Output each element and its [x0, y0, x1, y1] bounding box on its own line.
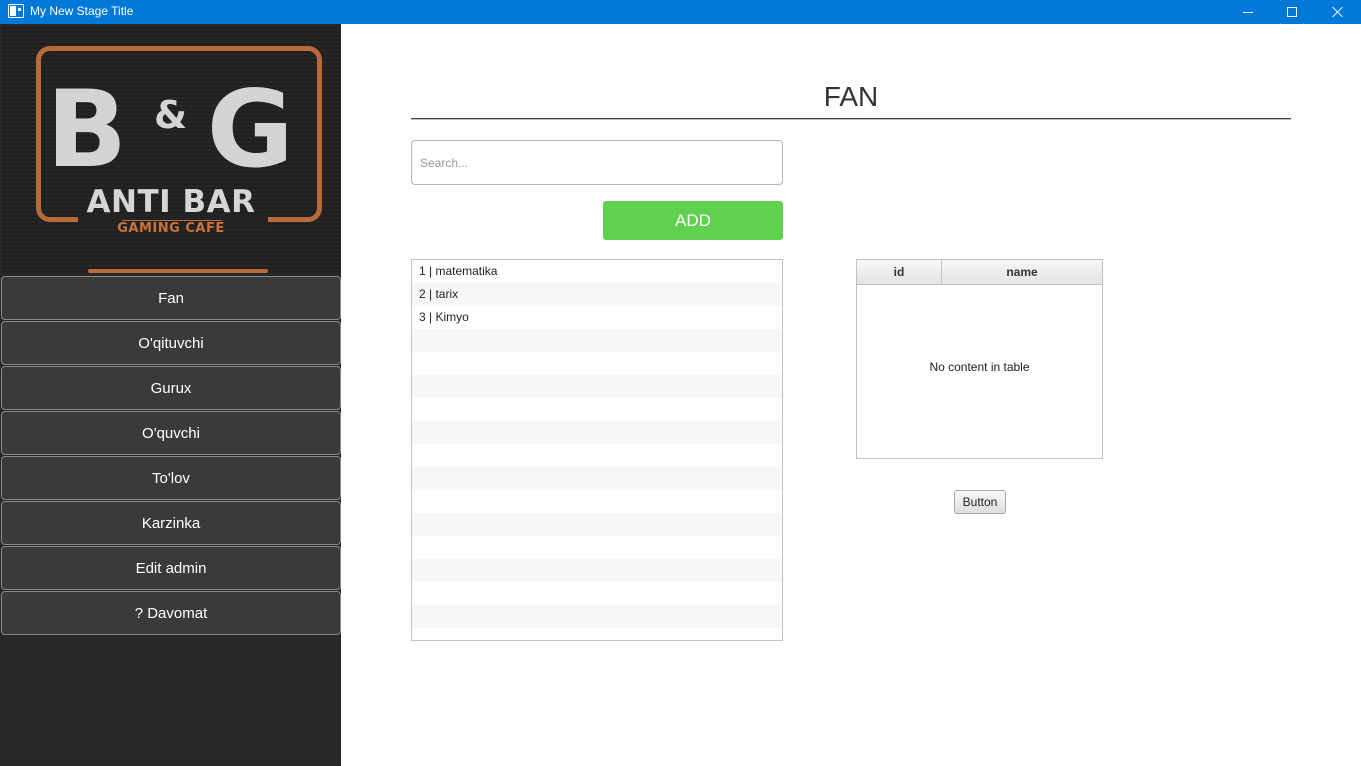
- add-button[interactable]: ADD: [603, 201, 783, 240]
- list-item[interactable]: [412, 421, 782, 444]
- sidebar-item-tolov[interactable]: To'lov: [1, 456, 341, 500]
- sidebar-item-edit-admin[interactable]: Edit admin: [1, 546, 341, 590]
- list-item[interactable]: [412, 628, 782, 640]
- list-item[interactable]: [412, 582, 782, 605]
- list-item[interactable]: [412, 559, 782, 582]
- sidebar-item-davomat[interactable]: ? Davomat: [1, 591, 341, 635]
- sidebar-item-gurux[interactable]: Gurux: [1, 366, 341, 410]
- list-item[interactable]: 3 | Kimyo: [412, 306, 782, 329]
- list-item[interactable]: [412, 536, 782, 559]
- close-icon: [1332, 6, 1344, 18]
- logo: B G & ANTI BAR GAMING CAFE: [2, 25, 340, 273]
- minimize-icon: [1243, 11, 1253, 13]
- table-empty-message: No content in table: [929, 360, 1030, 374]
- logo-ampersand: &: [154, 93, 188, 137]
- list-item[interactable]: [412, 605, 782, 628]
- column-header-name[interactable]: name: [942, 260, 1102, 284]
- title-bar[interactable]: My New Stage Title: [0, 0, 1361, 24]
- list-item[interactable]: [412, 329, 782, 352]
- sidebar-nav: Fan O'qituvchi Gurux O'quvchi To'lov Kar…: [0, 276, 341, 636]
- close-button[interactable]: [1315, 0, 1361, 24]
- sidebar-item-fan[interactable]: Fan: [1, 276, 341, 320]
- maximize-button[interactable]: [1269, 0, 1315, 24]
- list-item[interactable]: [412, 375, 782, 398]
- data-table[interactable]: id name No content in table: [856, 259, 1103, 459]
- column-header-id[interactable]: id: [857, 260, 942, 284]
- page-title: FAN: [823, 81, 879, 112]
- list-item[interactable]: 2 | tarix: [412, 283, 782, 306]
- list-item[interactable]: [412, 398, 782, 421]
- subject-list[interactable]: 1 | matematika 2 | tarix 3 | Kimyo: [411, 259, 783, 641]
- title-divider: [411, 118, 1291, 120]
- minimize-button[interactable]: [1225, 0, 1271, 24]
- maximize-icon: [1287, 7, 1297, 17]
- list-item[interactable]: [412, 490, 782, 513]
- logo-sub-text: ANTI BAR: [86, 184, 256, 220]
- window-title: My New Stage Title: [30, 4, 134, 18]
- table-header: id name: [857, 260, 1102, 285]
- list-item[interactable]: [412, 444, 782, 467]
- list-item[interactable]: [412, 513, 782, 536]
- list-item[interactable]: 1 | matematika: [412, 260, 782, 283]
- app-icon: [8, 4, 24, 18]
- main-content: FAN ADD 1 | matematika 2 | tarix 3 | Kim…: [341, 24, 1361, 766]
- app-window: My New Stage Title B G & ANTI BAR GAMING…: [0, 0, 1361, 766]
- sidebar-item-oqituvchi[interactable]: O'qituvchi: [1, 321, 341, 365]
- sidebar-item-karzinka[interactable]: Karzinka: [1, 501, 341, 545]
- sidebar: B G & ANTI BAR GAMING CAFE Fan O'qituvch…: [0, 24, 341, 766]
- list-item[interactable]: [412, 467, 782, 490]
- search-input[interactable]: [411, 140, 783, 185]
- sidebar-item-oquvchi[interactable]: O'quvchi: [1, 411, 341, 455]
- list-item[interactable]: [412, 352, 782, 375]
- logo-tag-text: GAMING CAFE: [117, 221, 225, 236]
- action-button[interactable]: Button: [954, 490, 1006, 514]
